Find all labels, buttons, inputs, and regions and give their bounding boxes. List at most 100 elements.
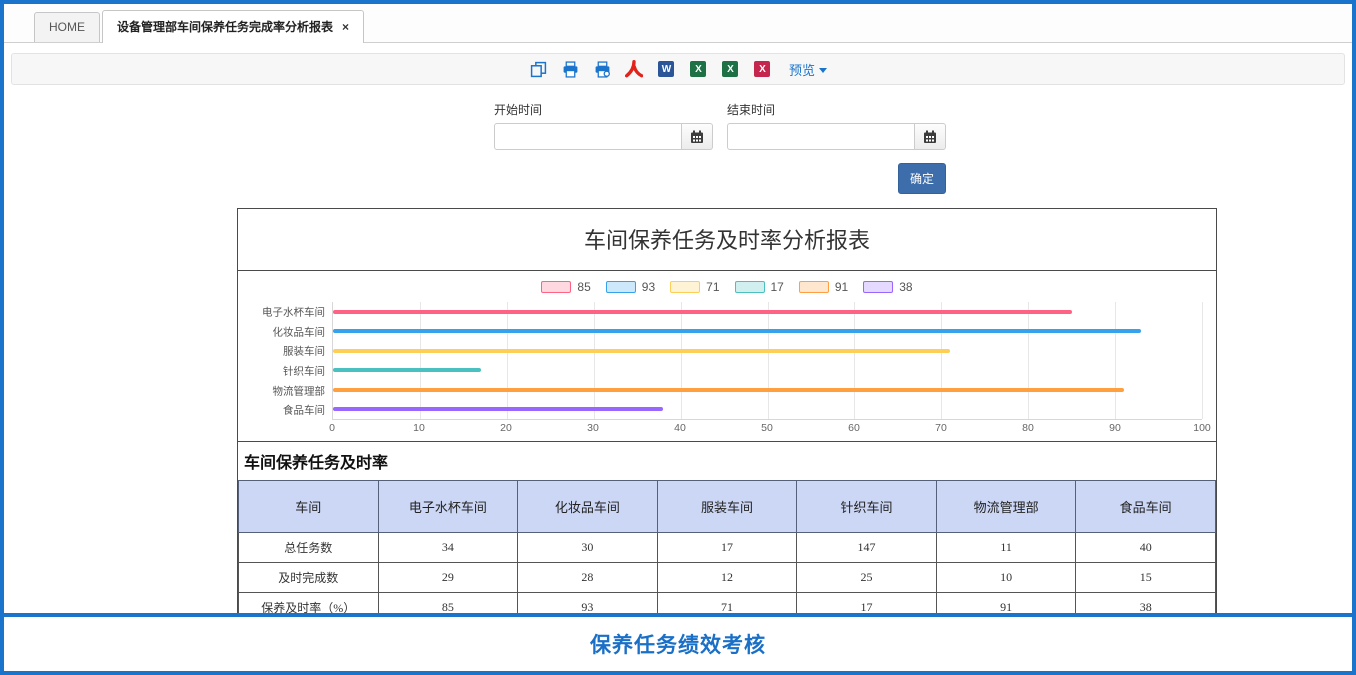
- end-time-input[interactable]: [727, 123, 915, 150]
- tab-report[interactable]: 设备管理部车间保养任务完成率分析报表 ×: [102, 10, 364, 43]
- chart-legend: 85 93 71 17 91 38: [252, 280, 1202, 294]
- chart-legend-item[interactable]: 85: [541, 280, 590, 294]
- chart-legend-item[interactable]: 93: [606, 280, 655, 294]
- tab-home[interactable]: HOME: [34, 12, 100, 42]
- legend-swatch: [863, 281, 893, 293]
- chart-tick-label: 80: [1022, 422, 1034, 434]
- print-preview-icon[interactable]: [593, 60, 612, 79]
- report-table-header-cell: 电子水杯车间: [378, 481, 518, 533]
- report-table: 车间电子水杯车间化妆品车间服装车间针织车间物流管理部食品车间 总任务数34301…: [238, 480, 1216, 623]
- chart-plot: [332, 302, 1202, 420]
- chart-tick-label: 60: [848, 422, 860, 434]
- legend-label: 91: [835, 280, 848, 294]
- report-table-cell: 11: [936, 533, 1076, 563]
- confirm-button[interactable]: 确定: [898, 163, 946, 194]
- legend-swatch: [541, 281, 571, 293]
- word-export-icon[interactable]: W: [657, 60, 676, 79]
- excel-export-icon-2[interactable]: X: [721, 60, 740, 79]
- report-table-cell: 29: [378, 563, 518, 593]
- preview-link-label: 预览: [789, 60, 815, 79]
- chart-gridline: [594, 302, 595, 419]
- end-time-calendar-button[interactable]: [915, 123, 946, 150]
- legend-swatch: [799, 281, 829, 293]
- chart-legend-item[interactable]: 91: [799, 280, 848, 294]
- legend-label: 85: [577, 280, 590, 294]
- legend-label: 93: [642, 280, 655, 294]
- report-table-header-row: 车间电子水杯车间化妆品车间服装车间针织车间物流管理部食品车间: [239, 481, 1216, 533]
- start-time-input[interactable]: [494, 123, 682, 150]
- chart-gridline: [1202, 302, 1203, 419]
- end-time-group: 结束时间: [727, 101, 946, 150]
- chart-gridline: [768, 302, 769, 419]
- chart-tick-label: 90: [1109, 422, 1121, 434]
- footer-banner: 保养任务绩效考核: [4, 613, 1352, 671]
- report-table-header-cell: 服装车间: [657, 481, 797, 533]
- word-icon-letter: W: [658, 61, 674, 77]
- calendar-icon: [923, 130, 937, 144]
- chart-bar: [333, 388, 1124, 392]
- chart-gridline: [1028, 302, 1029, 419]
- chart-category-label: 食品车间: [283, 403, 325, 418]
- chart-legend-item[interactable]: 38: [863, 280, 912, 294]
- report-export-icon-letter: X: [754, 61, 770, 77]
- chart-category-label: 服装车间: [283, 344, 325, 359]
- chart-tick-label: 100: [1193, 422, 1211, 434]
- report-table-cell: 147: [797, 533, 937, 563]
- chart-bar: [333, 310, 1072, 314]
- copy-icon[interactable]: [529, 60, 548, 79]
- report-table-row: 总任务数3430171471140: [239, 533, 1216, 563]
- report-table-row-label: 及时完成数: [239, 563, 379, 593]
- legend-label: 17: [771, 280, 784, 294]
- preview-link[interactable]: 预览: [789, 60, 827, 79]
- chart-bar: [333, 349, 950, 353]
- footer-title: 保养任务绩效考核: [590, 629, 766, 659]
- chart-bar: [333, 329, 1141, 333]
- tab-report-label: 设备管理部车间保养任务完成率分析报表: [117, 18, 333, 35]
- report-export-icon[interactable]: X: [753, 60, 772, 79]
- report-table-header-cell: 针织车间: [797, 481, 937, 533]
- start-time-calendar-button[interactable]: [682, 123, 713, 150]
- chart-tick-label: 0: [329, 422, 335, 434]
- chart-gridline: [681, 302, 682, 419]
- report-table-row: 及时完成数292812251015: [239, 563, 1216, 593]
- chart-tick-label: 20: [500, 422, 512, 434]
- start-time-input-group: [494, 123, 713, 150]
- chart-category-labels: 电子水杯车间化妆品车间服装车间针织车间物流管理部食品车间: [252, 302, 332, 420]
- excel-export-icon[interactable]: X: [689, 60, 708, 79]
- legend-label: 38: [899, 280, 912, 294]
- report-table-body: 总任务数3430171471140及时完成数292812251015保养及时率（…: [239, 533, 1216, 623]
- report-table-cell: 30: [518, 533, 658, 563]
- report-table-row-label: 总任务数: [239, 533, 379, 563]
- end-time-label: 结束时间: [727, 101, 946, 118]
- chart-legend-item[interactable]: 71: [670, 280, 719, 294]
- tab-bar: HOME 设备管理部车间保养任务完成率分析报表 ×: [4, 4, 1352, 43]
- report-table-cell: 40: [1076, 533, 1216, 563]
- page: HOME 设备管理部车间保养任务完成率分析报表 × W X X X: [0, 0, 1356, 675]
- chart-legend-item[interactable]: 17: [735, 280, 784, 294]
- chart-category-label: 电子水杯车间: [262, 304, 325, 319]
- legend-swatch: [670, 281, 700, 293]
- start-time-group: 开始时间: [494, 101, 713, 150]
- excel-icon-letter: X: [690, 61, 706, 77]
- chart-bar: [333, 407, 663, 411]
- chart-tick-label: 10: [413, 422, 425, 434]
- pdf-export-icon[interactable]: [625, 60, 644, 79]
- tab-close-icon[interactable]: ×: [342, 21, 349, 33]
- chart-axis-ticks: 0102030405060708090100: [332, 422, 1202, 439]
- report-table-cell: 28: [518, 563, 658, 593]
- excel-icon-letter-2: X: [722, 61, 738, 77]
- report-table-cell: 15: [1076, 563, 1216, 593]
- legend-label: 71: [706, 280, 719, 294]
- report-table-title: 车间保养任务及时率: [238, 441, 1216, 480]
- query-form: 开始时间 结束时间 确定: [494, 101, 946, 194]
- report-table-cell: 34: [378, 533, 518, 563]
- print-icon[interactable]: [561, 60, 580, 79]
- chart-gridline: [1115, 302, 1116, 419]
- chart-tick-label: 40: [674, 422, 686, 434]
- toolbar: W X X X 预览: [11, 53, 1345, 85]
- legend-swatch: [735, 281, 765, 293]
- calendar-icon: [690, 130, 704, 144]
- chart-gridline: [420, 302, 421, 419]
- start-time-label: 开始时间: [494, 101, 713, 118]
- chart-gridline: [941, 302, 942, 419]
